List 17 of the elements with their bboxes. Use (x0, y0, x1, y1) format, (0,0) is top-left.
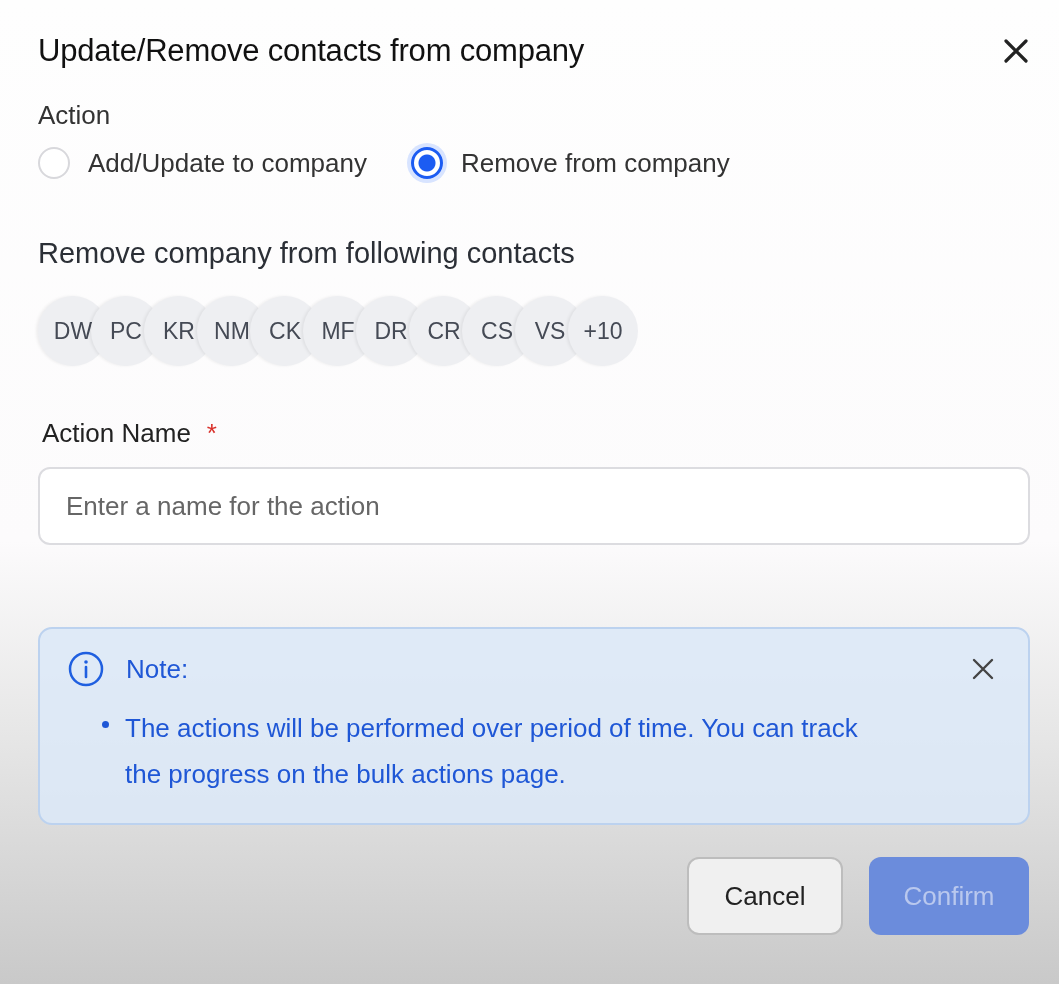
info-icon (68, 651, 104, 687)
radio-label[interactable]: Add/Update to company (88, 147, 367, 179)
radio-label[interactable]: Remove from company (460, 147, 730, 179)
close-button[interactable] (1003, 38, 1029, 64)
close-button[interactable] (972, 658, 994, 680)
more-count-avatar: +10 (568, 296, 638, 366)
field-label: Action (38, 100, 112, 131)
note-text: The actions will be performed over period of time. You can track the progress on the bulk actions page. (125, 712, 859, 791)
bullet-icon (102, 721, 109, 728)
note-title: Note: (126, 653, 190, 685)
field-label: Action Name (42, 418, 191, 449)
section-heading: Remove company from following contacts (38, 237, 576, 270)
dialog-title: Update/Remove contacts from company (38, 33, 585, 69)
action-name-field[interactable]: Enter a name for the action (38, 467, 1030, 545)
required-mark: * (206, 418, 217, 449)
cancel-button[interactable]: Cancel (687, 857, 843, 935)
radio-button[interactable] (410, 147, 443, 179)
